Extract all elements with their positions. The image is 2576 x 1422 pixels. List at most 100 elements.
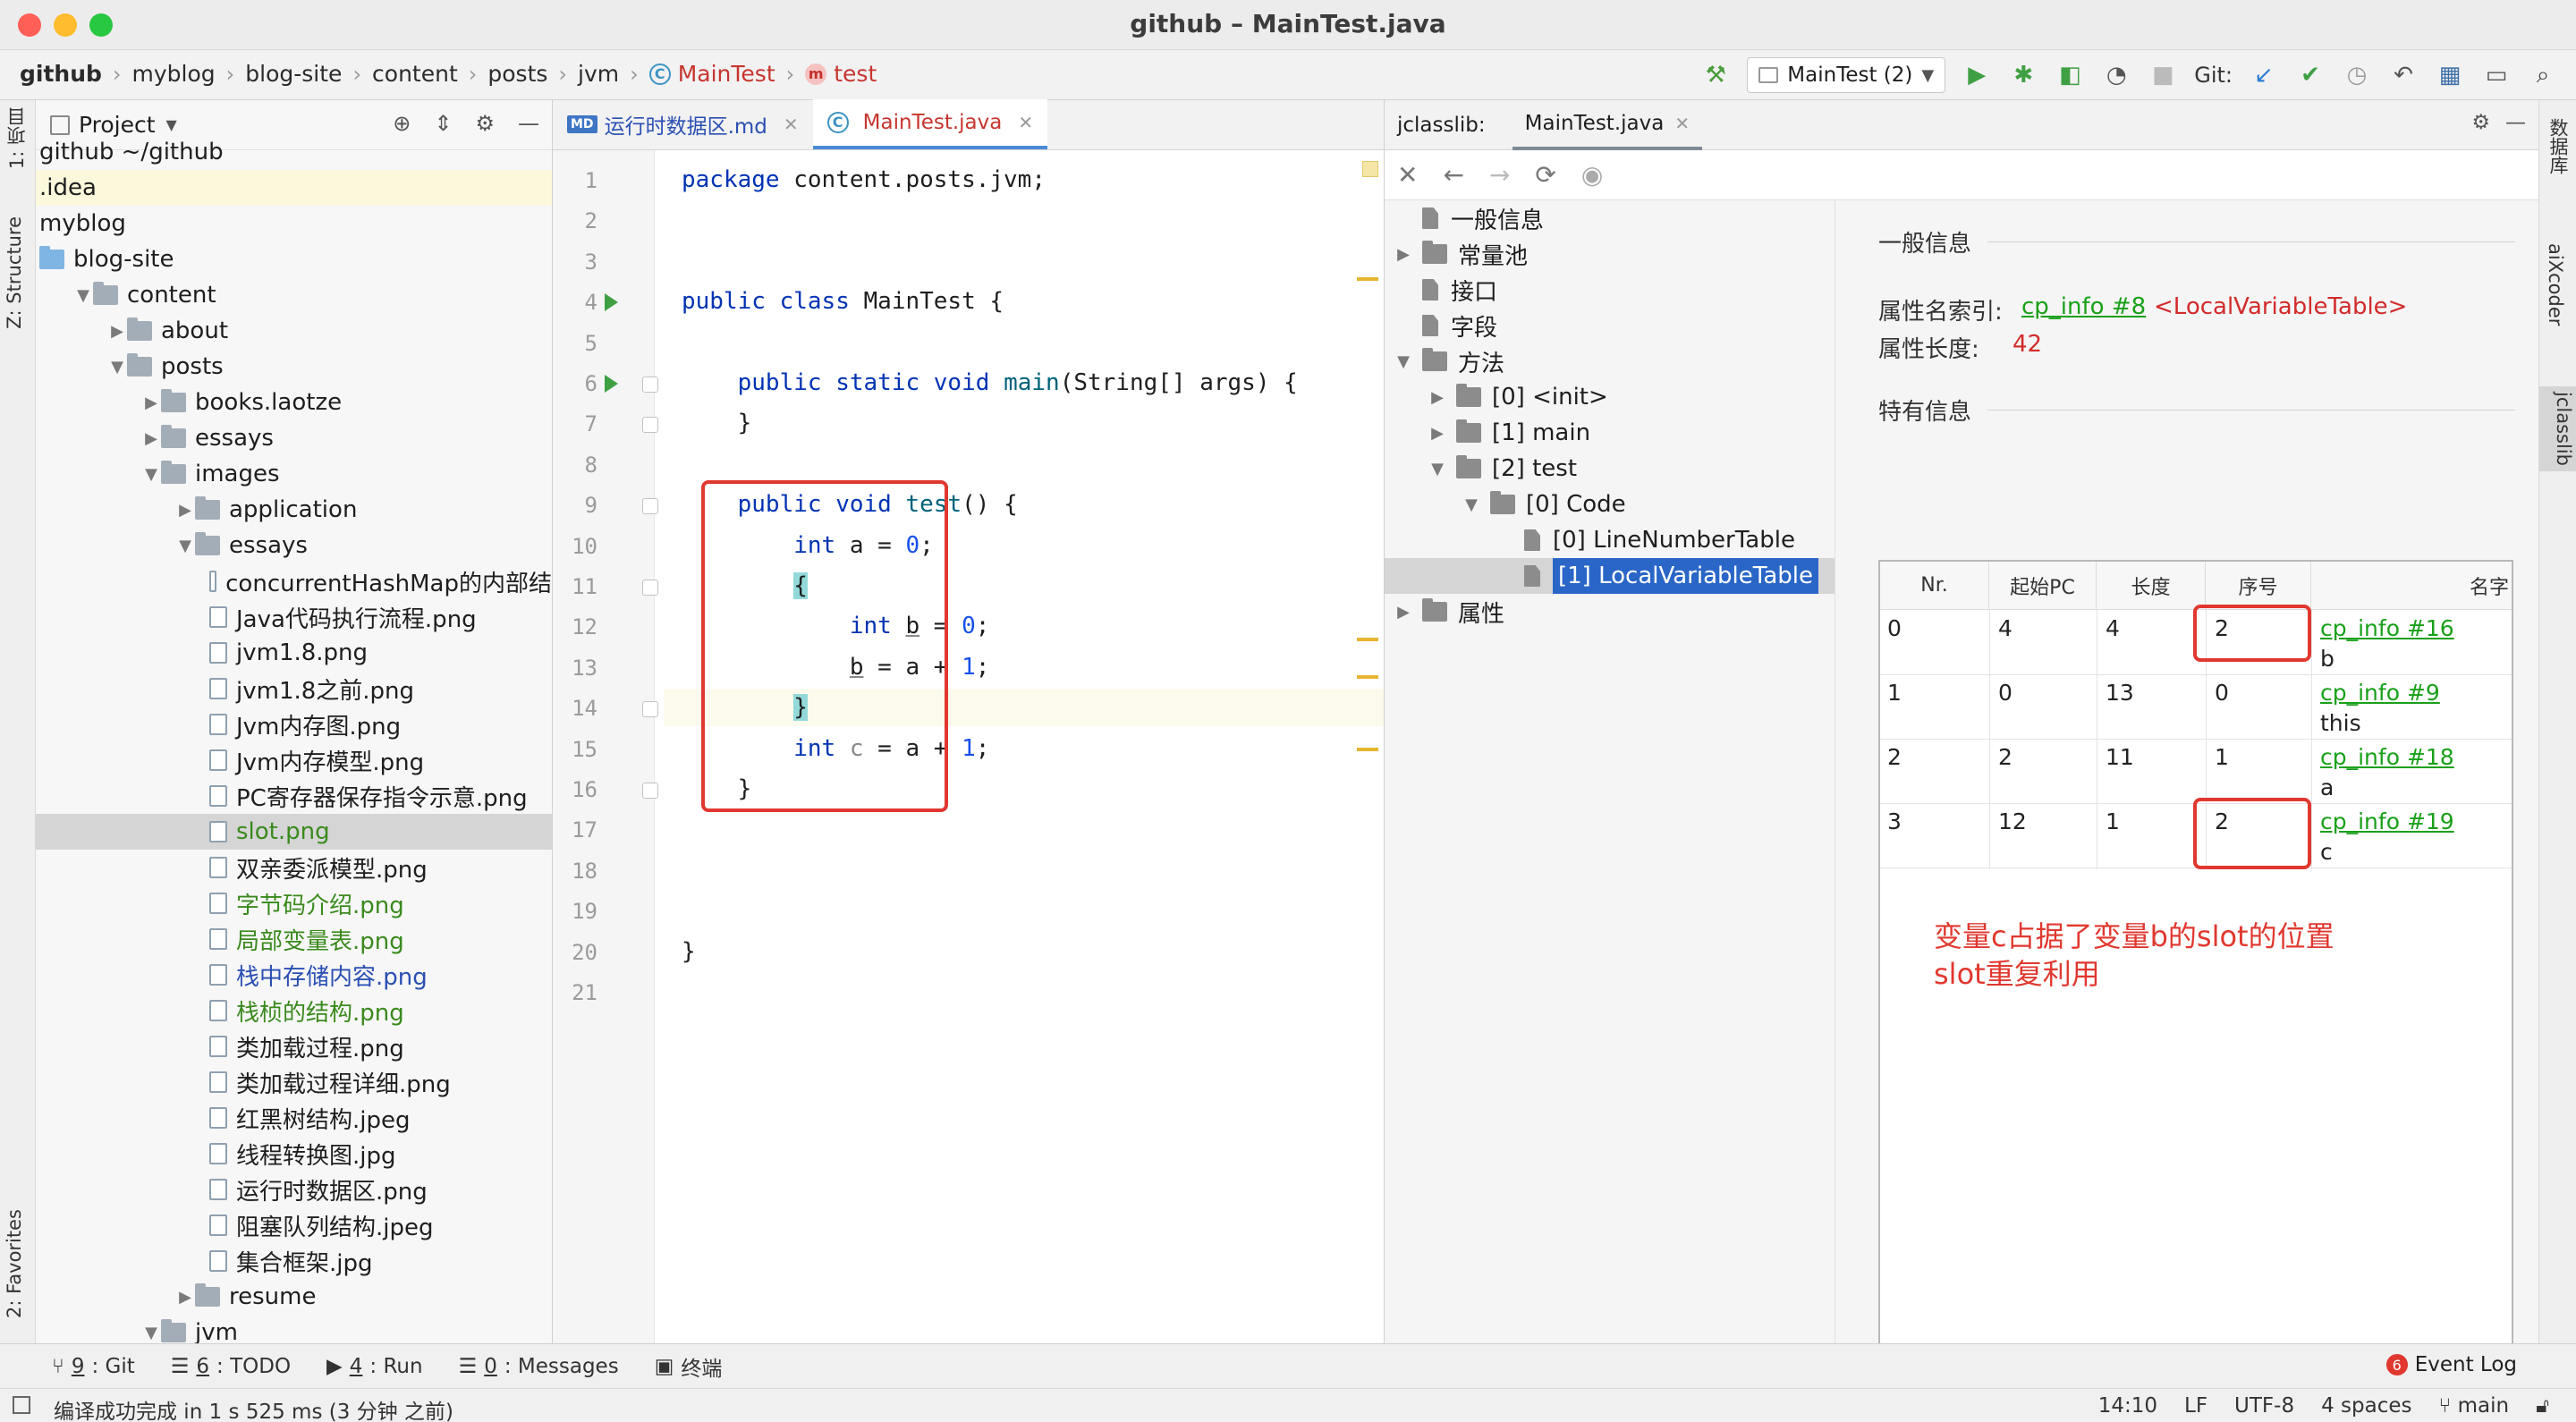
column-header[interactable]: 长度 bbox=[2097, 562, 2206, 610]
class-tree-item[interactable]: ▶ 常量池 bbox=[1385, 236, 1835, 272]
fold-icon[interactable] bbox=[642, 498, 658, 515]
tree-item[interactable]: 双亲委派模型.png bbox=[36, 850, 552, 885]
fold-icon[interactable] bbox=[642, 580, 658, 596]
chevron-down-icon[interactable]: ▼ bbox=[1428, 460, 1447, 478]
class-tree-item[interactable]: ▼ 方法 bbox=[1385, 343, 1835, 379]
git-commit-icon[interactable]: ✔ bbox=[2295, 60, 2326, 90]
code-line[interactable]: public static void main(String[] args) { bbox=[682, 364, 1298, 402]
fold-icon[interactable] bbox=[642, 783, 658, 799]
scrollbar-marker[interactable] bbox=[1357, 638, 1378, 641]
class-tree-item[interactable]: ▼ [0] Code bbox=[1385, 487, 1835, 522]
chevron-down-icon[interactable]: ▼ bbox=[141, 465, 161, 484]
chevron-right-icon[interactable]: ▶ bbox=[107, 322, 127, 341]
class-tree-item[interactable]: [0] LineNumberTable bbox=[1385, 522, 1835, 558]
close-icon[interactable]: ✕ bbox=[1018, 112, 1033, 133]
collapse-all-icon[interactable]: ⇕ bbox=[434, 111, 452, 136]
tool-git[interactable]: ⑂ 9: Git bbox=[52, 1355, 135, 1378]
indent-setting[interactable]: 4 spaces bbox=[2321, 1394, 2411, 1418]
tree-item[interactable]: blog-site bbox=[36, 241, 552, 277]
run-gutter-icon[interactable] bbox=[605, 293, 618, 312]
tree-item[interactable]: ▼ essays bbox=[36, 528, 552, 563]
chevron-right-icon[interactable]: ▶ bbox=[175, 1288, 195, 1307]
scrollbar-marker[interactable] bbox=[1357, 675, 1378, 679]
tree-item[interactable]: jvm1.8之前.png bbox=[36, 671, 552, 707]
close-icon[interactable]: ✕ bbox=[784, 114, 799, 135]
breadcrumb-item[interactable]: MainTest bbox=[678, 61, 775, 87]
chevron-down-icon[interactable]: ▼ bbox=[73, 286, 93, 305]
column-header[interactable]: 序号 bbox=[2206, 562, 2311, 610]
chevron-down-icon[interactable]: ▼ bbox=[175, 537, 195, 555]
breadcrumb-item[interactable]: jvm bbox=[578, 61, 619, 87]
chevron-right-icon[interactable]: ▶ bbox=[141, 394, 161, 412]
column-header[interactable]: 名字 bbox=[2311, 562, 2512, 610]
tree-item[interactable]: concurrentHashMap的内部结 bbox=[36, 563, 552, 599]
event-log[interactable]: 6 Event Log bbox=[2385, 1353, 2517, 1376]
tree-item[interactable]: myblog bbox=[36, 206, 552, 241]
tool-tab-structure[interactable]: Z: Structure bbox=[4, 216, 25, 329]
tool-todo[interactable]: ☰ 6: TODO bbox=[171, 1355, 291, 1378]
tool-tab-jclasslib[interactable]: jclasslib bbox=[2539, 386, 2576, 471]
cp-info-link[interactable]: cp_info #18 bbox=[2320, 744, 2454, 770]
tool-tab-project[interactable]: 1: 项目 bbox=[4, 107, 30, 169]
fold-icon[interactable] bbox=[642, 377, 658, 393]
chevron-right-icon[interactable]: ▶ bbox=[1428, 388, 1447, 407]
debug-icon[interactable]: ✱ bbox=[2008, 60, 2038, 90]
cp-info-link[interactable]: cp_info #19 bbox=[2320, 808, 2454, 834]
close-icon[interactable]: ✕ bbox=[1397, 160, 1418, 190]
editor-tab-active[interactable]: C MainTest.java ✕ bbox=[812, 99, 1048, 149]
inspection-status-icon[interactable] bbox=[1362, 161, 1378, 177]
tree-item[interactable]: ▶ about bbox=[36, 313, 552, 349]
cp-info-link[interactable]: cp_info #9 bbox=[2320, 680, 2440, 706]
column-header[interactable]: Nr. bbox=[1880, 562, 1989, 610]
coverage-icon[interactable]: ◧ bbox=[2055, 60, 2085, 90]
status-toggle-icon[interactable] bbox=[13, 1396, 30, 1414]
tree-item[interactable]: 集合框架.jpg bbox=[36, 1243, 552, 1279]
scrollbar-marker[interactable] bbox=[1357, 277, 1378, 281]
class-tree-item[interactable]: ▶ [0] <init> bbox=[1385, 379, 1835, 415]
tool-terminal[interactable]: ▣ 终端 bbox=[655, 1351, 723, 1382]
breadcrumb-item[interactable]: test bbox=[834, 61, 877, 87]
tree-item[interactable]: Java代码执行流程.png bbox=[36, 599, 552, 635]
code-line[interactable]: package content.posts.jvm; bbox=[682, 161, 1046, 199]
tree-item[interactable]: PC寄存器保存指令示意.png bbox=[36, 778, 552, 814]
back-icon[interactable]: ← bbox=[1443, 160, 1463, 190]
tree-item[interactable]: 线程转换图.jpg bbox=[36, 1136, 552, 1172]
editor-tab[interactable]: MD 运行时数据区.md ✕ bbox=[553, 99, 813, 149]
tree-item[interactable]: 红黑树结构.jpeg bbox=[36, 1100, 552, 1136]
file-encoding[interactable]: UTF-8 bbox=[2234, 1394, 2294, 1418]
tree-item[interactable]: 类加载过程.png bbox=[36, 1028, 552, 1064]
tree-item[interactable]: 局部变量表.png bbox=[36, 921, 552, 957]
scrollbar-marker[interactable] bbox=[1357, 748, 1378, 751]
hide-icon[interactable]: — bbox=[2505, 111, 2526, 134]
search-icon[interactable]: ⌕ bbox=[2528, 60, 2558, 90]
code-line[interactable]: public class MainTest { bbox=[682, 283, 1004, 320]
tool-tab-aixcoder[interactable]: aiXcoder bbox=[2545, 243, 2566, 326]
chevron-right-icon[interactable]: ▶ bbox=[1394, 245, 1413, 264]
jclasslib-tab[interactable]: MainTest.java ✕ bbox=[1512, 100, 1703, 150]
git-branch[interactable]: ⑂ main bbox=[2439, 1394, 2510, 1418]
tree-item[interactable]: jvm1.8.png bbox=[36, 635, 552, 671]
class-tree-item[interactable]: 字段 bbox=[1385, 308, 1835, 343]
class-tree-item[interactable]: ▶ 属性 bbox=[1385, 594, 1835, 630]
chevron-right-icon[interactable]: ▶ bbox=[1394, 603, 1413, 622]
close-icon[interactable]: ✕ bbox=[1674, 113, 1690, 134]
tool-tab-favorites[interactable]: 2: Favorites bbox=[4, 1209, 25, 1318]
forward-icon[interactable]: → bbox=[1489, 160, 1510, 190]
chevron-right-icon[interactable]: ▶ bbox=[141, 429, 161, 448]
tool-tab-database[interactable]: 数据库 bbox=[2545, 118, 2572, 174]
tree-item[interactable]: ▶ application bbox=[36, 492, 552, 528]
class-tree-item[interactable]: ▼ [2] test bbox=[1385, 451, 1835, 487]
tool-messages[interactable]: ☰ 0: Messages bbox=[459, 1355, 619, 1378]
git-rollback-icon[interactable]: ↶ bbox=[2388, 60, 2419, 90]
chevron-down-icon[interactable]: ▼ bbox=[107, 358, 127, 377]
tree-item[interactable]: 运行时数据区.png bbox=[36, 1172, 552, 1207]
tree-item[interactable]: 字节码介绍.png bbox=[36, 885, 552, 921]
code-area[interactable]: package content.posts.jvm; public class M… bbox=[664, 150, 1384, 1343]
locate-icon[interactable]: ⊕ bbox=[393, 111, 411, 136]
caret-position[interactable]: 14:10 bbox=[2098, 1394, 2157, 1418]
hide-icon[interactable]: — bbox=[518, 111, 539, 136]
tool-run[interactable]: ▶ 4: Run bbox=[326, 1355, 423, 1378]
code-line[interactable]: } bbox=[682, 404, 752, 442]
stop-icon[interactable]: ■ bbox=[2148, 60, 2178, 90]
breadcrumb-item[interactable]: myblog bbox=[132, 61, 216, 87]
